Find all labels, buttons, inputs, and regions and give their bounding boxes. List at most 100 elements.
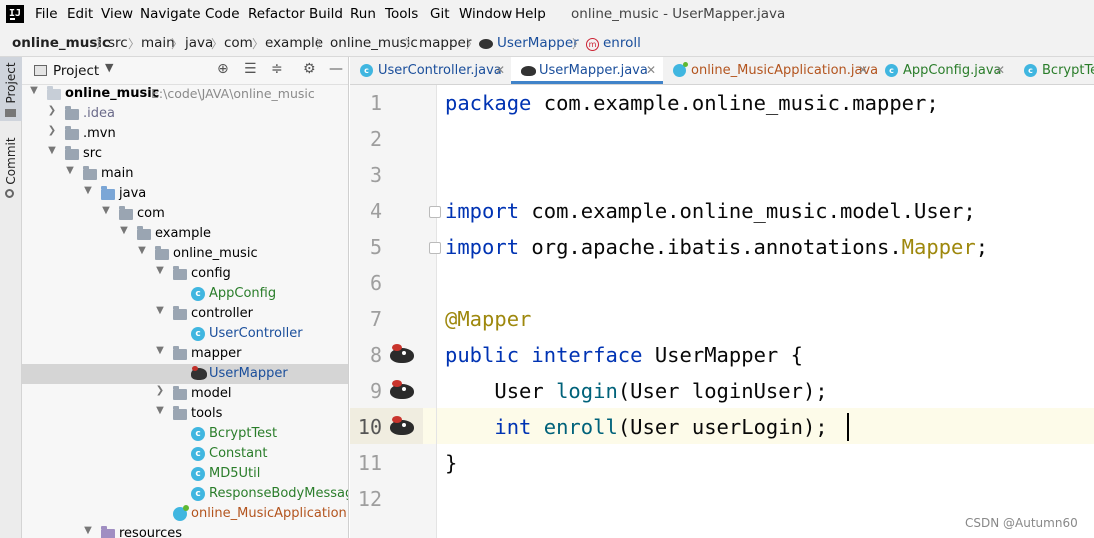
tab-usercontroller[interactable]: c UserController.java ✕ (350, 57, 510, 84)
menu-build[interactable]: Build (309, 6, 343, 22)
menu-window[interactable]: Window (459, 6, 512, 22)
tree-item-online-music-root[interactable]: ▼ online_music E:\code\JAVA\online_music (22, 84, 348, 104)
collapse-all-icon[interactable]: ≑ (271, 61, 283, 77)
tree-item-model[interactable]: ❯ model (22, 384, 348, 404)
tree-item-online-musicapplication[interactable]: online_MusicApplication (22, 504, 348, 524)
tree-item-example[interactable]: ▼ example (22, 224, 348, 244)
project-panel-title[interactable]: Project (53, 63, 99, 79)
tree-item-bcrypttest[interactable]: c BcryptTest (22, 424, 348, 444)
breadcrumb-src[interactable]: src (108, 35, 128, 51)
close-icon[interactable]: ✕ (495, 63, 505, 77)
chevron-down-icon[interactable]: ▼ (154, 405, 166, 416)
tree-item-src[interactable]: ▼ src (22, 144, 348, 164)
tree-item-mvn[interactable]: ❯ .mvn (22, 124, 348, 144)
tree-item-usercontroller[interactable]: c UserController (22, 324, 348, 344)
code-editor[interactable]: 1 2 3 4 5 6 7 8 9 10 11 12 package com.e… (350, 85, 1094, 538)
chevron-down-icon[interactable]: ▼ (105, 61, 113, 74)
chevron-down-icon[interactable]: ▼ (136, 245, 148, 256)
chevron-down-icon[interactable]: ▼ (64, 165, 76, 176)
close-icon[interactable]: ✕ (646, 63, 656, 77)
menu-file[interactable]: File (35, 6, 58, 22)
tree-item-label: UserController (209, 326, 303, 341)
breadcrumb-usermapper[interactable]: UserMapper (497, 35, 579, 51)
menu-navigate[interactable]: Navigate (140, 6, 201, 22)
chevron-down-icon[interactable]: ▼ (154, 345, 166, 356)
chevron-down-icon[interactable]: ▼ (100, 205, 112, 216)
fold-marker-icon[interactable] (429, 242, 441, 254)
tab-appconfig[interactable]: c AppConfig.java ✕ (875, 57, 1010, 84)
line-number: 12 (357, 487, 382, 511)
line-number: 4 (369, 199, 382, 223)
tab-online-musicapplication[interactable]: online_MusicApplication.java ✕ (663, 57, 878, 84)
breadcrumb-example[interactable]: example (265, 35, 323, 51)
tree-item-constant[interactable]: c Constant (22, 444, 348, 464)
chevron-right-icon[interactable]: ❯ (46, 125, 58, 136)
project-panel: Project ▼ ⊕ ☰ ≑ ⚙ — ▼ online_music E:\co… (22, 57, 349, 538)
chevron-down-icon[interactable]: ▼ (118, 225, 130, 236)
tree-item-md5util[interactable]: c MD5Util (22, 464, 348, 484)
tree-item-mapper[interactable]: ▼ mapper (22, 344, 348, 364)
project-tool-tab[interactable]: Project (0, 57, 22, 121)
tree-item-appconfig[interactable]: c AppConfig (22, 284, 348, 304)
folder-icon (5, 109, 16, 117)
tree-item-responsebodymessage[interactable]: c ResponseBodyMessage (22, 484, 348, 504)
menu-git[interactable]: Git (430, 6, 450, 22)
menu-refactor[interactable]: Refactor (248, 6, 305, 22)
chevron-right-icon[interactable]: ❯ (46, 105, 58, 116)
code-line-1: package com.example.online_music.mapper; (445, 91, 939, 115)
menu-edit[interactable]: Edit (67, 6, 93, 22)
gear-icon[interactable]: ⚙ (303, 61, 316, 77)
tree-item-com[interactable]: ▼ com (22, 204, 348, 224)
tree-item-tools[interactable]: ▼ tools (22, 404, 348, 424)
package-icon (119, 206, 133, 220)
minimize-icon[interactable]: — (329, 61, 343, 77)
menu-code[interactable]: Code (205, 6, 240, 22)
chevron-right-icon: 〉 (211, 37, 224, 51)
folder-icon (65, 126, 79, 140)
breadcrumb-com[interactable]: com (224, 35, 253, 51)
breadcrumb-enroll[interactable]: enroll (603, 35, 641, 51)
chevron-down-icon[interactable]: ▼ (82, 185, 94, 196)
menu-view[interactable]: View (101, 6, 133, 22)
mybatis-gutter-icon[interactable] (388, 416, 416, 436)
chevron-down-icon[interactable]: ▼ (28, 85, 40, 96)
folder-icon (83, 166, 97, 180)
chevron-right-icon: 〉 (316, 37, 329, 51)
breadcrumb-mapper[interactable]: mapper (419, 35, 471, 51)
tree-item-label: online_music (65, 86, 160, 101)
commit-tool-tab[interactable]: Commit (0, 137, 22, 203)
breadcrumb-java[interactable]: java (185, 35, 213, 51)
chevron-down-icon[interactable]: ▼ (154, 265, 166, 276)
close-icon[interactable]: ✕ (995, 63, 1005, 77)
package-icon (173, 306, 187, 320)
tree-item-main[interactable]: ▼ main (22, 164, 348, 184)
tree-item-idea[interactable]: ❯ .idea (22, 104, 348, 124)
code-text: org.apache.ibatis.annotations. (519, 235, 902, 259)
menu-tools[interactable]: Tools (385, 6, 418, 22)
tree-item-java[interactable]: ▼ java (22, 184, 348, 204)
chevron-right-icon[interactable]: ❯ (154, 385, 166, 396)
close-icon[interactable]: ✕ (858, 63, 868, 77)
spring-app-icon (673, 62, 688, 77)
menu-run[interactable]: Run (350, 6, 376, 22)
mybatis-gutter-icon[interactable] (388, 380, 416, 400)
code-line-5: import org.apache.ibatis.annotations.Map… (445, 235, 988, 259)
tree-item-resources[interactable]: ▼ resources (22, 524, 348, 538)
menu-help[interactable]: Help (515, 6, 546, 22)
tree-item-usermapper[interactable]: UserMapper (22, 364, 348, 384)
line-number: 3 (369, 163, 382, 187)
tree-item-controller[interactable]: ▼ controller (22, 304, 348, 324)
tab-bcrypttest[interactable]: c BcryptTe (1014, 57, 1094, 84)
tree-item-online-music-pkg[interactable]: ▼ online_music (22, 244, 348, 264)
chevron-down-icon[interactable]: ▼ (82, 525, 94, 536)
chevron-down-icon[interactable]: ▼ (46, 145, 58, 156)
breadcrumb-main[interactable]: main (141, 35, 175, 51)
fold-marker-icon[interactable] (429, 206, 441, 218)
tree-item-config[interactable]: ▼ config (22, 264, 348, 284)
code-keyword: int (494, 415, 532, 439)
locate-file-icon[interactable]: ⊕ (217, 61, 229, 77)
mybatis-gutter-icon[interactable] (388, 344, 416, 364)
chevron-down-icon[interactable]: ▼ (154, 305, 166, 316)
tab-usermapper[interactable]: UserMapper.java ✕ (511, 57, 663, 84)
expand-all-icon[interactable]: ☰ (244, 61, 257, 77)
